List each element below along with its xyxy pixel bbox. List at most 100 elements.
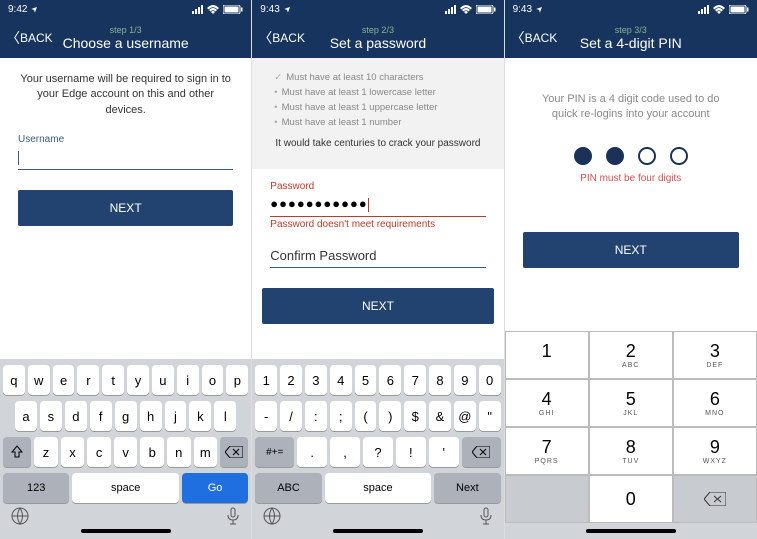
key-i[interactable]: i — [177, 365, 199, 395]
key-4[interactable]: 4 — [330, 365, 352, 395]
key-period[interactable]: . — [297, 437, 327, 467]
page-title: Choose a username — [0, 35, 251, 51]
key-o[interactable]: o — [202, 365, 224, 395]
shift-key[interactable] — [3, 437, 31, 467]
key-u[interactable]: u — [152, 365, 174, 395]
key-e[interactable]: e — [53, 365, 75, 395]
key-v[interactable]: v — [114, 437, 138, 467]
numkey-8[interactable]: 8TUV — [589, 427, 673, 475]
numkey-7[interactable]: 7PQRS — [505, 427, 589, 475]
key-comma[interactable]: , — [330, 437, 360, 467]
globe-icon[interactable] — [263, 507, 281, 525]
key-g[interactable]: g — [115, 401, 137, 431]
key-2[interactable]: 2 — [280, 365, 302, 395]
next-key[interactable]: Next — [434, 473, 500, 503]
key-y[interactable]: y — [127, 365, 149, 395]
space-key[interactable]: space — [72, 473, 178, 503]
numkey-0[interactable]: 0 — [589, 475, 673, 523]
key-exclaim[interactable]: ! — [396, 437, 426, 467]
step-indicator: step 3/3 — [505, 25, 757, 35]
key-x[interactable]: x — [61, 437, 85, 467]
key-k[interactable]: k — [189, 401, 211, 431]
key-w[interactable]: w — [28, 365, 50, 395]
home-indicator[interactable] — [586, 529, 676, 533]
mic-icon[interactable] — [479, 507, 493, 525]
password-rules: ✓Must have at least 10 characters •Must … — [252, 58, 503, 169]
numbers-key[interactable]: 123 — [3, 473, 69, 503]
password-input[interactable]: ●●●●●●●●●●● — [270, 194, 485, 217]
go-key[interactable]: Go — [182, 473, 248, 503]
location-arrow-icon: ➤ — [282, 4, 293, 15]
key-m[interactable]: m — [194, 437, 218, 467]
key-lparen[interactable]: ( — [355, 401, 377, 431]
key-dash[interactable]: - — [255, 401, 277, 431]
header: 〈BACK step 3/3 Set a 4-digit PIN — [505, 18, 757, 58]
key-1[interactable]: 1 — [255, 365, 277, 395]
pin-dot — [606, 147, 624, 165]
key-semicolon[interactable]: ; — [330, 401, 352, 431]
rule-item: Must have at least 1 number — [282, 117, 402, 128]
key-3[interactable]: 3 — [305, 365, 327, 395]
key-j[interactable]: j — [165, 401, 187, 431]
confirm-password-input[interactable]: Confirm Password — [270, 246, 485, 268]
key-8[interactable]: 8 — [429, 365, 451, 395]
numkey-1[interactable]: 1 — [505, 331, 589, 379]
key-colon[interactable]: : — [305, 401, 327, 431]
username-input[interactable] — [18, 147, 233, 170]
abc-key[interactable]: ABC — [255, 473, 321, 503]
symbols-key[interactable]: #+= — [255, 437, 294, 467]
key-f[interactable]: f — [90, 401, 112, 431]
key-9[interactable]: 9 — [454, 365, 476, 395]
key-slash[interactable]: / — [280, 401, 302, 431]
key-at[interactable]: @ — [454, 401, 476, 431]
time: 9:43 — [513, 4, 532, 15]
key-a[interactable]: a — [15, 401, 37, 431]
step-indicator: step 2/3 — [252, 25, 503, 35]
key-t[interactable]: t — [102, 365, 124, 395]
key-dollar[interactable]: $ — [404, 401, 426, 431]
next-button[interactable]: NEXT — [18, 190, 233, 226]
key-apos[interactable]: ' — [429, 437, 459, 467]
key-6[interactable]: 6 — [379, 365, 401, 395]
key-h[interactable]: h — [140, 401, 162, 431]
key-b[interactable]: b — [140, 437, 164, 467]
key-n[interactable]: n — [167, 437, 191, 467]
globe-icon[interactable] — [11, 507, 29, 525]
key-5[interactable]: 5 — [355, 365, 377, 395]
numeric-keypad: 1 2ABC 3DEF 4GHI 5JKL 6MNO 7PQRS 8TUV 9W… — [505, 331, 757, 539]
key-l[interactable]: l — [214, 401, 236, 431]
numkey-3[interactable]: 3DEF — [673, 331, 757, 379]
crack-time: It would take centuries to crack your pa… — [274, 138, 481, 149]
home-indicator[interactable] — [333, 529, 423, 533]
numkey-5[interactable]: 5JKL — [589, 379, 673, 427]
mic-icon[interactable] — [226, 507, 240, 525]
key-quote[interactable]: " — [479, 401, 501, 431]
backspace-key[interactable] — [220, 437, 248, 467]
space-key[interactable]: space — [325, 473, 431, 503]
numkey-2[interactable]: 2ABC — [589, 331, 673, 379]
key-rparen[interactable]: ) — [379, 401, 401, 431]
key-z[interactable]: z — [34, 437, 58, 467]
numkey-9[interactable]: 9WXYZ — [673, 427, 757, 475]
location-arrow-icon: ➤ — [535, 4, 546, 15]
header: 〈BACK step 2/3 Set a password — [252, 18, 503, 58]
key-q[interactable]: q — [3, 365, 25, 395]
home-indicator[interactable] — [81, 529, 171, 533]
backspace-key[interactable] — [673, 475, 757, 523]
key-7[interactable]: 7 — [404, 365, 426, 395]
key-s[interactable]: s — [40, 401, 62, 431]
key-amp[interactable]: & — [429, 401, 451, 431]
battery-icon — [476, 5, 496, 14]
key-c[interactable]: c — [87, 437, 111, 467]
backspace-key[interactable] — [462, 437, 501, 467]
key-0[interactable]: 0 — [479, 365, 501, 395]
numkey-6[interactable]: 6MNO — [673, 379, 757, 427]
numkey-4[interactable]: 4GHI — [505, 379, 589, 427]
next-button[interactable]: NEXT — [262, 288, 493, 324]
battery-icon — [729, 5, 749, 14]
next-button[interactable]: NEXT — [523, 232, 739, 268]
key-r[interactable]: r — [77, 365, 99, 395]
key-d[interactable]: d — [65, 401, 87, 431]
key-p[interactable]: p — [226, 365, 248, 395]
key-question[interactable]: ? — [363, 437, 393, 467]
